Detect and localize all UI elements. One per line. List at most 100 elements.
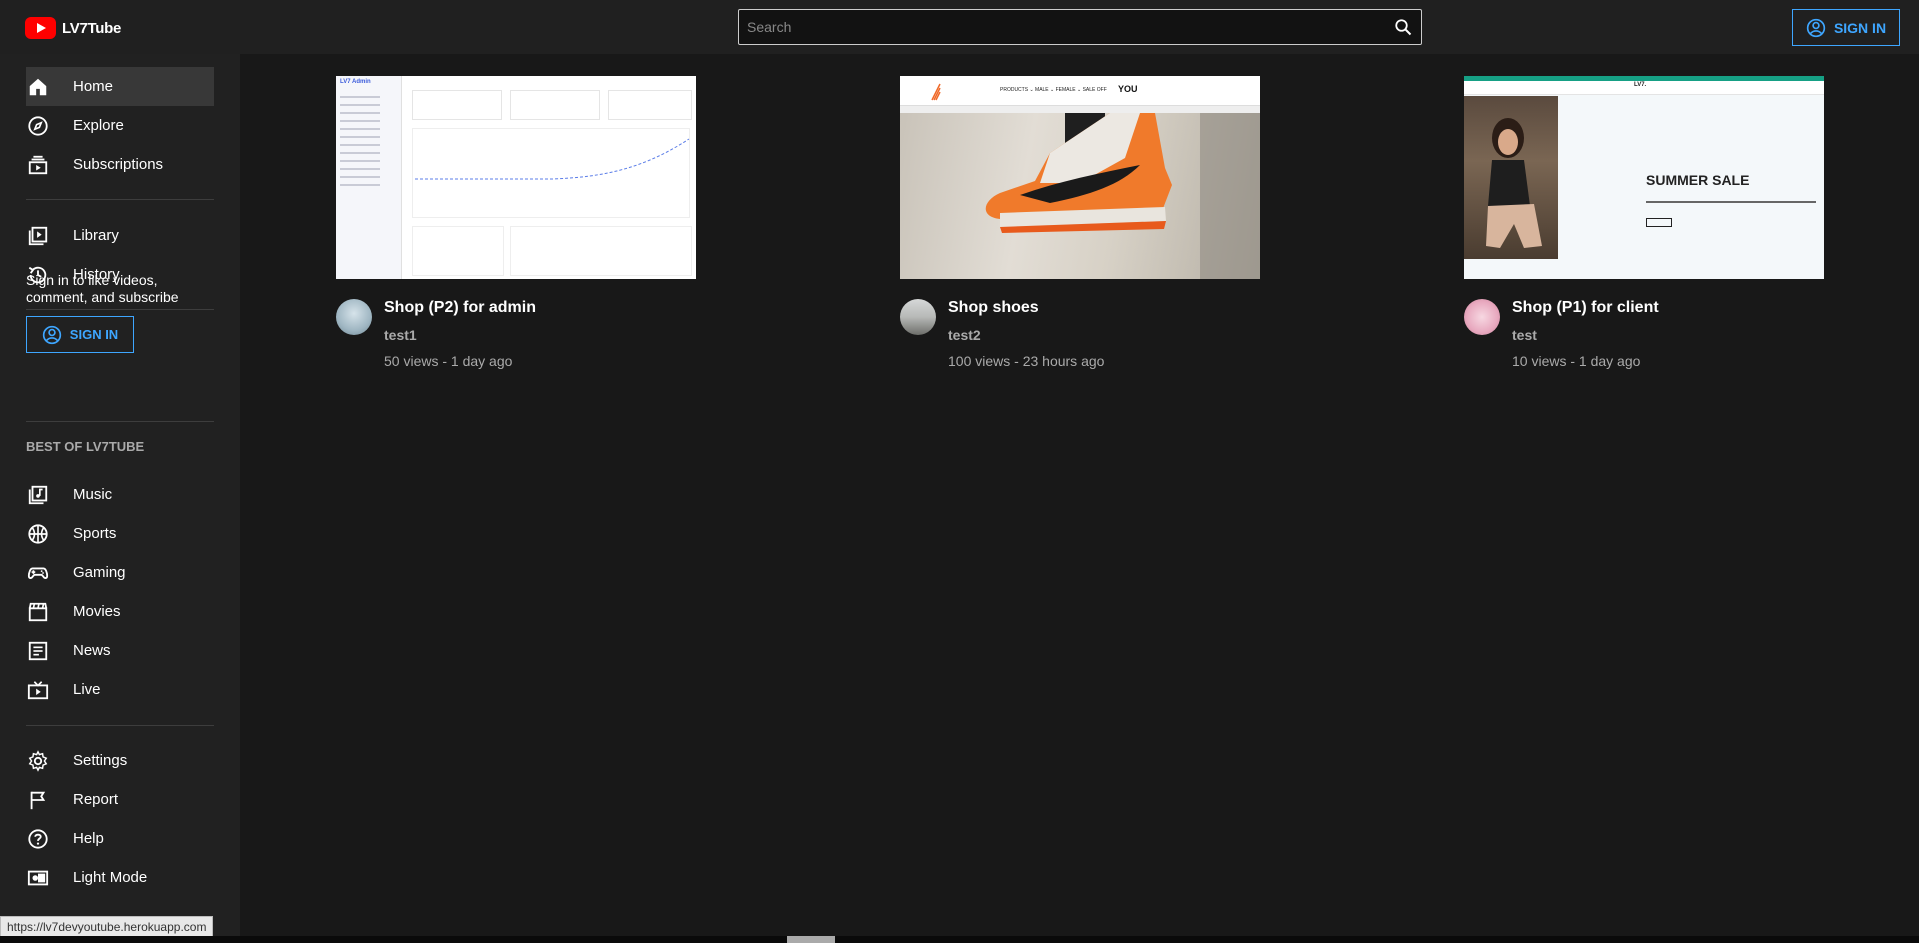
light-mode-icon [26, 866, 50, 890]
video-card[interactable]: PRODUCTS ⌄ MALE ⌄ FEMALE ⌄ SALE OFF YOU … [900, 76, 1260, 369]
horizontal-scrollbar[interactable] [0, 936, 1919, 943]
thumbnail-table [510, 226, 692, 276]
channel-avatar[interactable] [336, 299, 372, 335]
video-title[interactable]: Shop shoes [948, 299, 1039, 317]
thumbnail-brand: LV7 Admin [340, 79, 371, 85]
sidebar-item-explore[interactable]: Explore [26, 106, 214, 145]
thumbnail-shop-button [1646, 218, 1672, 227]
thumbnail-model-photo [1464, 96, 1558, 259]
sidebar-item-library[interactable]: Library [26, 216, 214, 255]
thumbnail-stat-card [412, 90, 502, 120]
live-icon [26, 678, 50, 702]
thumbnail-admin-sidebar: LV7 Admin [336, 76, 402, 279]
sidebar-item-light-mode[interactable]: Light Mode [26, 858, 214, 897]
channel-avatar[interactable] [900, 299, 936, 335]
sidebar-item-label: Help [73, 830, 104, 847]
thumbnail-shoe-photo [900, 113, 1260, 279]
help-icon [26, 827, 50, 851]
search-box [738, 9, 1422, 45]
thumbnail-headline: SUMMER SALE [1646, 172, 1750, 188]
channel-name[interactable]: test1 [384, 327, 417, 343]
sidebar-item-label: Home [73, 78, 114, 95]
music-icon [26, 483, 50, 507]
home-icon [26, 75, 50, 99]
scrollbar-thumb[interactable] [787, 936, 835, 943]
sports-icon [26, 522, 50, 546]
video-card[interactable]: LV7. SUMMER SALE Shop (P1) for client te… [1464, 76, 1824, 369]
browser-status-url: https://lv7devyoutube.herokuapp.com [0, 916, 214, 937]
sidebar-item-news[interactable]: News [26, 631, 214, 670]
sidebar-item-label: Settings [73, 752, 128, 769]
channel-name[interactable]: test2 [948, 327, 981, 343]
sidebar-item-home[interactable]: Home [26, 67, 214, 106]
video-stats: 10 views - 1 day ago [1512, 353, 1641, 369]
sidebar-item-label: Subscriptions [73, 156, 164, 173]
news-icon [26, 639, 50, 663]
search-button[interactable] [1385, 10, 1421, 44]
library-icon [26, 224, 50, 248]
sidebar-item-label: News [73, 642, 111, 659]
movies-icon [26, 600, 50, 624]
video-card[interactable]: LV7 Admin Shop (P2) for admin test1 50 v… [336, 76, 696, 369]
sidebar-item-music[interactable]: Music [26, 475, 214, 514]
sidebar-item-gaming[interactable]: Gaming [26, 553, 214, 592]
thumbnail-shop-navbar: LV7. [1464, 81, 1824, 95]
video-stats: 100 views - 23 hours ago [948, 353, 1105, 369]
sidebar-item-label: Light Mode [73, 869, 148, 886]
sidebar-item-label: Music [73, 486, 113, 503]
header-sign-in-label: SIGN IN [1833, 19, 1887, 36]
search-input[interactable] [739, 10, 1385, 44]
subscriptions-icon [26, 153, 50, 177]
top-header: LV7Tube SIGN IN [0, 0, 1919, 54]
sidebar-divider [26, 421, 214, 422]
sidebar-divider [26, 309, 214, 310]
channel-name[interactable]: test [1512, 327, 1537, 343]
thumbnail-nav-text: PRODUCTS ⌄ MALE ⌄ FEMALE ⌄ SALE OFF [1000, 87, 1107, 93]
search-icon [1395, 19, 1412, 36]
gear-icon [26, 749, 50, 773]
best-of-section-title: BEST OF LV7TUBE [26, 439, 145, 454]
sidebar-item-label: Live [73, 681, 101, 698]
thumbnail-brand: YOU [1118, 84, 1138, 94]
video-stats: 50 views - 1 day ago [384, 353, 513, 369]
sidebar-item-sports[interactable]: Sports [26, 514, 214, 553]
logo-play-icon [25, 17, 56, 39]
flag-icon [26, 788, 50, 812]
sidebar-item-report[interactable]: Report [26, 780, 214, 819]
video-title[interactable]: Shop (P2) for admin [384, 299, 536, 317]
thumbnail-stat-card [510, 90, 600, 120]
sidebar-item-label: Library [73, 227, 119, 244]
logo[interactable]: LV7Tube [25, 17, 121, 39]
thumbnail-chart [412, 128, 690, 218]
sidebar-item-label: Report [73, 791, 119, 808]
sidebar-sign-in-label: SIGN IN [69, 327, 119, 342]
video-title[interactable]: Shop (P1) for client [1512, 299, 1659, 317]
account-circle-icon [1806, 18, 1826, 37]
thumbnail-promo-bar [900, 106, 1260, 113]
account-circle-icon [42, 325, 61, 344]
sidebar-item-subscriptions[interactable]: Subscriptions [26, 145, 214, 184]
sidebar-sign-in-button[interactable]: SIGN IN [26, 316, 134, 353]
sidebar-item-live[interactable]: Live [26, 670, 214, 709]
thumbnail-stat-card [608, 90, 692, 120]
sidebar-item-label: Sports [73, 525, 117, 542]
sidebar-item-settings[interactable]: Settings [26, 741, 214, 780]
video-thumbnail[interactable]: LV7. SUMMER SALE [1464, 76, 1824, 279]
thumbnail-table [412, 226, 504, 276]
header-sign-in-button[interactable]: SIGN IN [1792, 9, 1900, 46]
compass-icon [26, 114, 50, 138]
sidebar-divider [26, 725, 214, 726]
gamepad-icon [26, 561, 50, 585]
sidebar-item-help[interactable]: Help [26, 819, 214, 858]
thumbnail-brand: LV7. [1634, 82, 1647, 88]
sidebar-item-label: Movies [73, 603, 121, 620]
logo-text: LV7Tube [62, 19, 122, 37]
sidebar-item-movies[interactable]: Movies [26, 592, 214, 631]
channel-avatar[interactable] [1464, 299, 1500, 335]
sidebar-item-label: Explore [73, 117, 124, 134]
sidebar-item-label: Gaming [73, 564, 126, 581]
thumbnail-subtext [1646, 201, 1816, 203]
sidebar-sign-in-prompt: Sign in to like videos, comment, and sub… [26, 272, 179, 305]
video-thumbnail[interactable]: LV7 Admin [336, 76, 696, 279]
video-thumbnail[interactable]: PRODUCTS ⌄ MALE ⌄ FEMALE ⌄ SALE OFF YOU [900, 76, 1260, 279]
